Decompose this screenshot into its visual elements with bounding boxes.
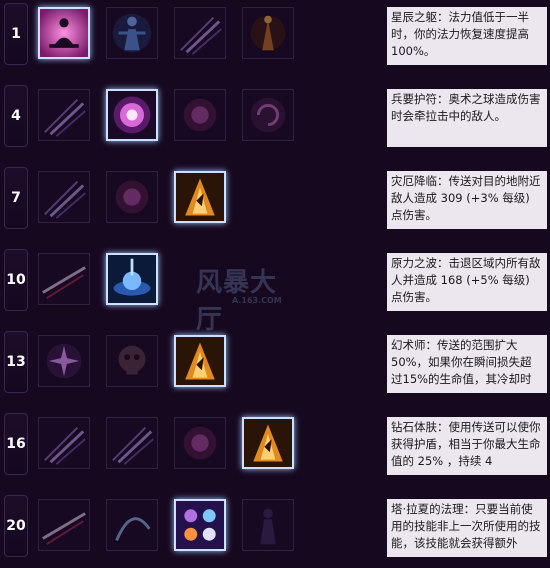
talent-row: 13 幻术师：传送的范围扩大50%，如果你在瞬间损失超过15%的生命值，其冷却时 [0, 331, 550, 399]
watermark-logo: 风暴大厅 A.163.COM [196, 262, 291, 335]
fire-figure-icon[interactable] [242, 7, 294, 59]
teleport-flame-icon[interactable] [174, 171, 226, 223]
talent-row: 4 兵要护符：奥术之球造成伤害时会牵拉击中的敌人。 [0, 85, 550, 153]
talent-level-label: 13 [4, 331, 28, 393]
dark-orb-icon[interactable] [106, 171, 158, 223]
talent-description: 兵要护符：奥术之球造成伤害时会牵拉击中的敌人。 [387, 89, 547, 147]
teleport-flame-icon[interactable] [242, 417, 294, 469]
slash-streaks-icon[interactable] [174, 7, 226, 59]
talent-level-label: 4 [4, 85, 28, 147]
talent-level-label: 16 [4, 413, 28, 475]
slash-streaks-icon[interactable] [38, 171, 90, 223]
watermark-sub: A.163.COM [232, 296, 282, 305]
shadow-figure-icon[interactable] [242, 499, 294, 551]
slash-streaks-icon[interactable] [38, 89, 90, 141]
talent-level-label: 20 [4, 495, 28, 557]
talent-row: 16 钻石体肤：使用传送可以使你获得护盾，相当于你最大生命值的 25% ，持续 4 [0, 413, 550, 481]
rune-swirl-icon[interactable] [174, 499, 226, 551]
talent-row: 7 灾厄降临：传送对目的地附近敌人造成 309 (+3% 每级) 点伤害。 [0, 167, 550, 235]
blade-streak-icon[interactable] [38, 499, 90, 551]
talent-level-label: 10 [4, 249, 28, 311]
talent-description: 灾厄降临：传送对目的地附近敌人造成 309 (+3% 每级) 点伤害。 [387, 171, 547, 229]
talent-description: 原力之波：击退区域内所有敌人并造成 168 (+5% 每级) 点伤害。 [387, 253, 547, 311]
skull-icon[interactable] [106, 335, 158, 387]
talent-description: 塔·拉夏的法理：只要当前使用的技能非上一次所使用的技能，该技能就会获得额外 [387, 499, 547, 557]
talent-description: 幻术师：传送的范围扩大50%，如果你在瞬间损失超过15%的生命值，其冷却时 [387, 335, 547, 393]
talent-level-label: 1 [4, 3, 28, 65]
arcane-orb-icon[interactable] [106, 89, 158, 141]
slash-streaks-icon[interactable] [38, 417, 90, 469]
talent-description: 星辰之躯：法力值低于一半时，你的法力恢复速度提高100%。 [387, 7, 547, 65]
star-burst-icon[interactable] [38, 335, 90, 387]
force-wave-icon[interactable] [106, 253, 158, 305]
glowing-figure-icon[interactable] [106, 7, 158, 59]
arc-slash-icon[interactable] [106, 499, 158, 551]
teleport-flame-icon[interactable] [174, 335, 226, 387]
talent-level-label: 7 [4, 167, 28, 229]
blade-streak-icon[interactable] [38, 253, 90, 305]
meditating-figure-icon[interactable] [38, 7, 90, 59]
talent-row: 20 塔·拉夏的法理：只要当前使用的技能非上一次所使用的技能，该技能就会获得额外 [0, 495, 550, 563]
slash-streaks-icon[interactable] [106, 417, 158, 469]
spiral-orb-icon[interactable] [242, 89, 294, 141]
talent-description: 钻石体肤：使用传送可以使你获得护盾，相当于你最大生命值的 25% ，持续 4 [387, 417, 547, 475]
dark-orb-icon[interactable] [174, 417, 226, 469]
dark-orb-icon[interactable] [174, 89, 226, 141]
talent-row: 1 星辰之躯：法力值低于一半时，你的法力恢复速度提高100%。 [0, 3, 550, 71]
